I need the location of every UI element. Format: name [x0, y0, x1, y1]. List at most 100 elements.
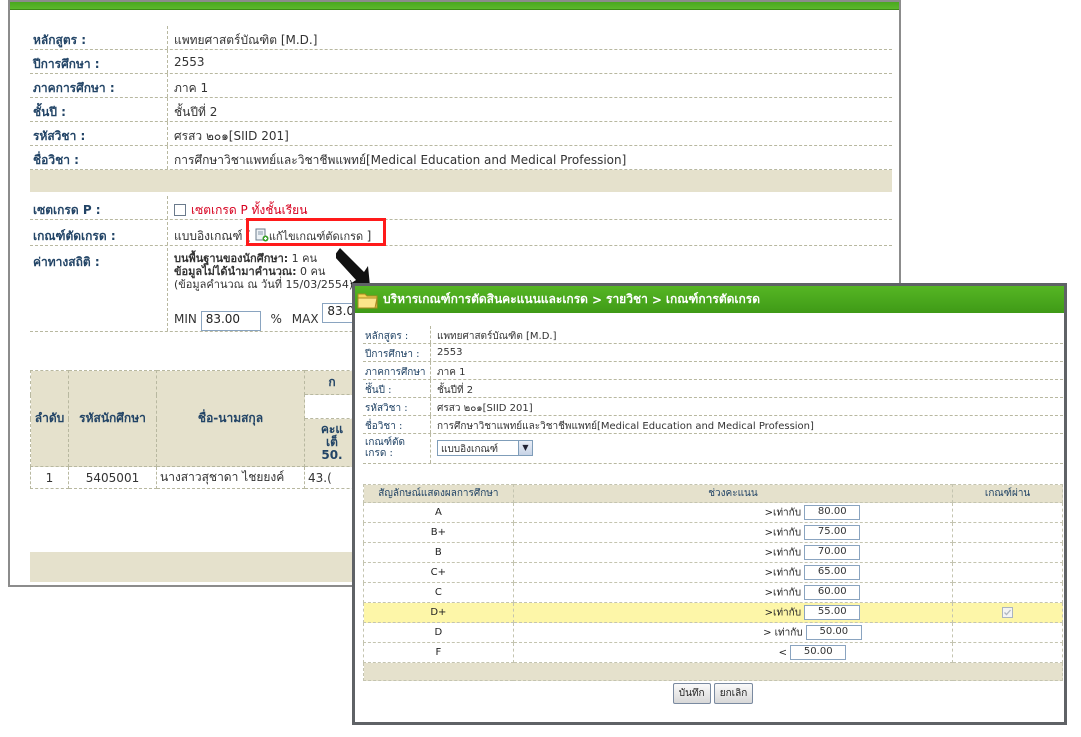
- field-row: ภาคการศึกษา : ภาค 1: [363, 362, 1063, 391]
- grade-operator: >เท่ากับ: [764, 527, 802, 539]
- stats-line: บนพื้นฐานของนักศึกษา: 1 คน: [174, 252, 888, 265]
- stats-line-label: ข้อมูลไม่ได้นำมาคำนวณ:: [174, 265, 297, 278]
- grade-min-input[interactable]: 50.00: [805, 624, 862, 640]
- field-label: รหัสวิชา :: [363, 398, 431, 415]
- grade-symbol: F: [363, 642, 514, 663]
- stats-line-value: 0 คน: [296, 265, 326, 278]
- highlight-annotation-box: [246, 218, 386, 246]
- grade-pass-cell: [952, 622, 1063, 643]
- field-label: ปีการศึกษา :: [363, 344, 431, 361]
- grade-symbol: D: [363, 622, 514, 643]
- grade-operator: >เท่ากับ: [764, 547, 802, 559]
- table-row: 1 5405001 นางสาวสุชาดา ไชยยงค์ 43.(: [30, 466, 360, 489]
- field-label: หลักสูตร :: [30, 26, 168, 49]
- grade-row: A >เท่ากับ 80.00: [363, 502, 1063, 523]
- breadcrumb-item[interactable]: รายวิชา: [606, 290, 648, 309]
- column-header-pass: เกณฑ์ผ่าน: [952, 484, 1063, 503]
- max-label: MAX: [291, 312, 319, 326]
- min-label: MIN: [174, 312, 197, 326]
- grade-pass-cell: [952, 582, 1063, 603]
- grade-min-input[interactable]: 65.00: [804, 564, 861, 580]
- column-header-student-id: รหัสนักศึกษา: [68, 370, 157, 467]
- grade-criteria-window: บริหารเกณฑ์การตัดสินคะแนนและเกรด > รายวิ…: [352, 283, 1067, 725]
- field-row: ชั้นปี : ชั้นปีที่ 2: [363, 380, 1063, 398]
- field-row: ชั้นปี : ชั้นปีที่ 2: [30, 98, 892, 122]
- field-row: ปีการศึกษา : 2553: [363, 344, 1063, 362]
- grade-pass-cell: [952, 522, 1063, 543]
- field-label: ชื่อวิชา :: [30, 146, 168, 169]
- grade-symbol: A: [363, 502, 514, 523]
- criteria-label-line: เกรด :: [365, 448, 393, 459]
- field-label: ภาคการศึกษา :: [363, 362, 431, 391]
- grade-range-cell: >เท่ากับ 55.00: [512, 602, 954, 623]
- grade-range-cell: >เท่ากับ 80.00: [512, 502, 954, 523]
- breadcrumb-item[interactable]: บริหารเกณฑ์การตัดสินคะแนนและเกรด: [383, 290, 588, 309]
- criteria-row: เกณฑ์ตัดเกรด : แบบอิงเกณฑ์ [ แก้ไขเกณฑ์ต…: [30, 222, 892, 246]
- criteria-select-cell: แบบอิงเกณฑ์ ▼: [433, 434, 1063, 463]
- grade-min-input[interactable]: 60.00: [804, 584, 861, 600]
- pass-checkbox[interactable]: [1002, 606, 1014, 618]
- field-row: หลักสูตร : แพทยศาสตร์บัณฑิต [M.D.]: [30, 26, 892, 50]
- breadcrumb: บริหารเกณฑ์การตัดสินคะแนนและเกรด > รายวิ…: [355, 286, 1064, 313]
- grade-operator: <: [778, 647, 788, 659]
- save-button[interactable]: บันทึก: [672, 683, 711, 705]
- set-grade-p-checkbox-label: เซตเกรด P ทั้งชั้นเรียน: [191, 203, 308, 217]
- field-value: การศึกษาวิชาแพทย์และวิชาชีพแพทย์[Medical…: [174, 153, 627, 167]
- field-row: รหัสวิชา : ศรสว ๒๐๑[SIID 201]: [30, 122, 892, 146]
- field-label: ภาคการศึกษา :: [30, 74, 168, 97]
- set-grade-p-row: เซตเกรด P : เซตเกรด P ทั้งชั้นเรียน: [30, 196, 892, 220]
- grade-range-cell: < 50.00: [512, 642, 954, 663]
- score-header-line: 50.: [321, 448, 343, 462]
- field-label: หลักสูตร :: [363, 326, 431, 343]
- field-label: รหัสวิชา :: [30, 122, 168, 145]
- grade-row: B >เท่ากับ 70.00: [363, 542, 1063, 563]
- field-value: ชั้นปีที่ 2: [437, 385, 474, 396]
- cancel-button[interactable]: ยกเลิก: [713, 683, 754, 705]
- grade-symbol: B+: [363, 522, 514, 543]
- field-value: การศึกษาวิชาแพทย์และวิชาชีพแพทย์[Medical…: [437, 421, 814, 432]
- criteria-select[interactable]: แบบอิงเกณฑ์ ▼: [437, 440, 533, 456]
- field-label: เกณฑ์ตัดเกรด :: [30, 222, 168, 245]
- grade-operator: >เท่ากับ: [764, 507, 802, 519]
- field-value: 2553: [174, 55, 205, 69]
- grade-min-input[interactable]: 75.00: [804, 524, 861, 540]
- field-row: ชื่อวิชา : การศึกษาวิชาแพทย์และวิชาชีพแพ…: [363, 416, 1063, 434]
- grade-pass-cell: [952, 502, 1063, 523]
- grade-symbol: D+: [363, 602, 514, 623]
- grade-range-cell: >เท่ากับ 65.00: [512, 562, 954, 583]
- grade-symbol: C: [363, 582, 514, 603]
- grade-range-cell: >เท่ากับ 70.00: [512, 542, 954, 563]
- grade-range-cell: > เท่ากับ 50.00: [512, 622, 954, 643]
- grade-min-input[interactable]: 55.00: [804, 604, 861, 620]
- column-header-name: ชื่อ-นามสกุล: [156, 370, 305, 467]
- column-header-symbol: สัญลักษณ์แสดงผลการศึกษา: [363, 484, 514, 503]
- criteria-value: แบบอิงเกณฑ์: [174, 229, 243, 243]
- button-row: บันทึก ยกเลิก: [364, 681, 1063, 707]
- criteria-row: เกณฑ์ตัด เกรด : แบบอิงเกณฑ์ ▼: [363, 434, 1063, 464]
- grade-row-highlighted: D+ >เท่ากับ 55.00: [363, 602, 1063, 623]
- column-header-range: ช่วงคะแนน: [512, 484, 954, 503]
- field-row: หลักสูตร : แพทยศาสตร์บัณฑิต [M.D.]: [363, 326, 1063, 344]
- breadcrumb-separator: >: [591, 292, 602, 307]
- grade-pass-cell: [952, 642, 1063, 663]
- field-value: ภาค 1: [437, 367, 466, 378]
- section-separator: [30, 170, 892, 192]
- grade-min-input[interactable]: 70.00: [804, 544, 861, 560]
- field-label: เซตเกรด P :: [30, 196, 168, 219]
- chevron-down-icon: ▼: [518, 441, 532, 455]
- grade-min-input[interactable]: 80.00: [804, 504, 861, 520]
- field-row: รหัสวิชา : ศรสว ๒๐๑[SIID 201]: [363, 398, 1063, 416]
- breadcrumb-item-current: เกณฑ์การตัดเกรด: [665, 292, 761, 306]
- set-grade-p-checkbox[interactable]: [174, 204, 186, 216]
- column-header-no: ลำดับ: [30, 370, 69, 467]
- window-title-bar: [10, 2, 899, 10]
- field-label: ชั้นปี :: [30, 98, 168, 121]
- breadcrumb-separator: >: [651, 292, 662, 307]
- grade-max-input[interactable]: 50.00: [790, 645, 847, 660]
- check-icon: [1004, 609, 1012, 616]
- grade-row: C >เท่ากับ 60.00: [363, 582, 1063, 603]
- field-label: เกณฑ์ตัด เกรด :: [363, 434, 431, 463]
- field-label: ค่าทางสถิติ :: [30, 248, 168, 331]
- percent-label: %: [270, 312, 282, 326]
- min-input[interactable]: 83.00: [200, 311, 261, 331]
